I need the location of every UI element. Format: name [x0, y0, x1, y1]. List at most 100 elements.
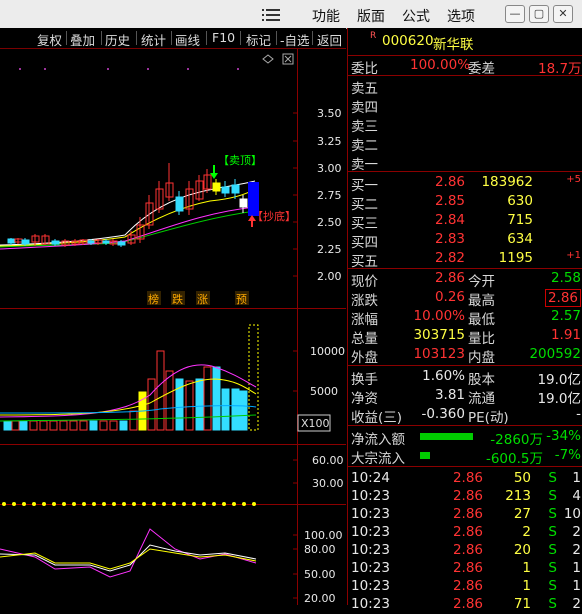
pane-control-icons[interactable] [262, 53, 294, 65]
flow-label: 净流入额 [351, 432, 405, 448]
toolbar-divider [276, 31, 277, 45]
weibi-value: 100.00% [410, 57, 471, 73]
fund-value: 19.0亿 [537, 372, 581, 388]
diamond-icon[interactable] [262, 54, 274, 64]
toolbar-stats[interactable]: 统计 [141, 30, 166, 49]
fund-label: 收益(三) [351, 410, 403, 426]
osc1-dot [12, 502, 16, 506]
toolbar-divider [136, 31, 137, 45]
minimize-button[interactable]: — [505, 5, 525, 23]
toolbar-fuquan[interactable]: 复权 [37, 30, 62, 49]
candle-body [221, 186, 230, 194]
tick-volume: 1 [522, 560, 531, 576]
volume-bar [11, 420, 20, 431]
osc1-tick-label: 60.00 [312, 454, 344, 467]
volume-unit-label: X100 [301, 417, 330, 430]
svg-text:榜: 榜 [148, 292, 159, 306]
osc1-dot [112, 502, 116, 506]
osc2-y-ticks: 100.0080.00 50.00 20.00 [293, 529, 343, 605]
stat-row: 涨幅 10.00% 最低 2.57 [348, 307, 582, 328]
osc1-dot [42, 502, 46, 506]
menu-layout[interactable]: 版面 [357, 6, 385, 26]
stock-name[interactable]: 新华联 [433, 33, 474, 53]
candle-body [231, 184, 240, 194]
osc1-dot [132, 502, 136, 506]
menu-function[interactable]: 功能 [312, 6, 340, 26]
osc1-dot [92, 502, 96, 506]
fund-value: 19.0亿 [537, 391, 581, 407]
chart-pane[interactable]: 3.50 3.25 3.00 2.75 2.50 2.25 2.00 【卖顶】 【抄底】 榜… [0, 49, 346, 605]
volume-bar [3, 420, 12, 431]
bid-price: 2.85 [434, 193, 465, 209]
bid-row: 买五 2.82 1195 +1 [348, 249, 582, 270]
tick-volume: 20 [513, 542, 531, 558]
divider [348, 365, 582, 366]
candle-body [175, 196, 184, 212]
tick-side: S [548, 560, 557, 576]
ask-row: 卖三 [348, 114, 582, 135]
tick-price: 2.86 [452, 542, 483, 558]
volume-bar [119, 420, 128, 431]
candlesticks [7, 163, 259, 247]
osc1-dot [62, 502, 66, 506]
bid-row: 买三 2.84 715 [348, 211, 582, 232]
ask-label: 卖一 [351, 157, 378, 173]
toolbar-overlay[interactable]: 叠加 [70, 30, 95, 49]
tick-volume: 71 [513, 596, 531, 612]
weicha-value: 18.7万 [538, 61, 582, 77]
toolbar-back[interactable]: 返回 [317, 30, 342, 49]
toolbar-watchlist-remove[interactable]: -自选 [280, 30, 310, 49]
flow-row: 大宗流入 -600.5万 -7% [348, 446, 582, 467]
tick-row: 10:24 2.86 50 S 1 [348, 469, 582, 488]
volume-tick-label: 10000 [310, 345, 345, 358]
stat-label: 量比 [468, 331, 495, 347]
volume-bar [29, 420, 38, 431]
flow-bar [420, 433, 473, 440]
stat-row: 涨跌 0.26 最高 2.86 [348, 288, 582, 309]
y-tick-label: 3.00 [317, 162, 342, 175]
tick-count: 1 [572, 578, 581, 594]
stat-label: 总量 [351, 331, 378, 347]
kline-chart-svg[interactable]: 3.50 3.25 3.00 2.75 2.50 2.25 2.00 【卖顶】 【抄底】 榜… [0, 49, 346, 605]
candle-body [7, 238, 16, 244]
bid-label: 买四 [351, 235, 378, 251]
osc1-dot [82, 502, 86, 506]
divider [348, 466, 582, 467]
toolbar-f10[interactable]: F10 [212, 30, 235, 45]
y-tick-label: 3.25 [317, 135, 342, 148]
stock-code[interactable]: 000620 [382, 33, 434, 49]
toolbar-draw[interactable]: 画线 [175, 30, 200, 49]
ask-label: 卖四 [351, 100, 378, 116]
close-button[interactable]: ✕ [553, 5, 573, 23]
ask-label: 卖五 [351, 81, 378, 97]
weibi-row: 委比 100.00% 委差 18.7万 [348, 56, 582, 77]
osc1-dot [232, 502, 236, 506]
tick-price: 2.86 [452, 488, 483, 504]
restore-button[interactable]: ▢ [529, 5, 549, 23]
candle-body [239, 198, 248, 208]
stat-row: 现价 2.86 今开 2.58 [348, 269, 582, 290]
osc1-dot [222, 502, 226, 506]
stat-label: 最低 [468, 312, 495, 328]
tick-volume: 50 [513, 470, 531, 486]
volume-bar [89, 420, 98, 431]
volume-bar [239, 390, 248, 431]
tick-count: 1 [572, 560, 581, 576]
toolbar-mark[interactable]: 标记 [246, 30, 271, 49]
toolbar-history[interactable]: 历史 [105, 30, 130, 49]
svg-text:涨: 涨 [197, 293, 208, 306]
osc1-dot [242, 502, 246, 506]
bid-row: 买二 2.85 630 [348, 192, 582, 213]
candle-body [51, 240, 60, 245]
menu-options[interactable]: 选项 [447, 6, 475, 26]
tick-count: 4 [572, 488, 581, 504]
volume-bar [49, 420, 58, 431]
menu-formula[interactable]: 公式 [402, 6, 430, 26]
hamburger-menu-icon[interactable] [262, 7, 280, 21]
close-pane-x [284, 55, 292, 63]
stat-value: 1.91 [550, 327, 581, 343]
stock-badge: R [370, 31, 377, 41]
tick-time: 10:23 [351, 596, 390, 612]
volume-bar [109, 420, 118, 431]
chart-toolbar: 复权 叠加 历史 统计 画线 F10 标记 -自选 返回 [0, 28, 346, 49]
